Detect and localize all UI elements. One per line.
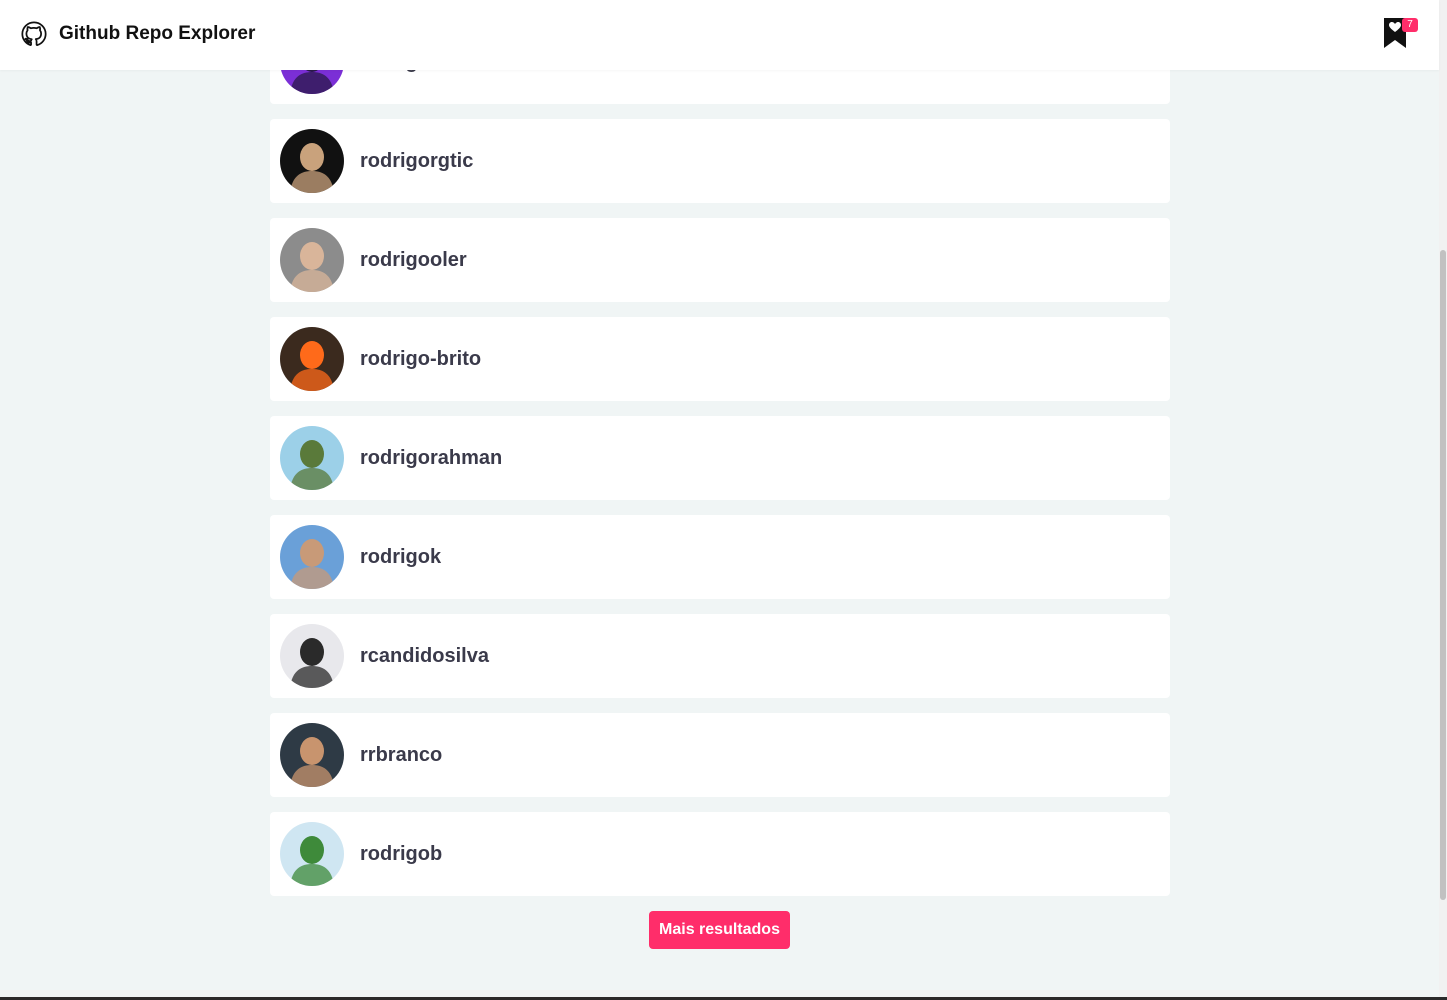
favorites-count-badge: 7 (1402, 18, 1418, 32)
user-login[interactable]: rodrigok (360, 546, 441, 569)
user-avatar (280, 426, 344, 490)
user-avatar (280, 624, 344, 688)
user-list: rodrigorodrigorgticrodrigoolerrodrigo-br… (270, 20, 1170, 911)
user-card[interactable]: rodrigooler (270, 218, 1170, 302)
github-icon[interactable] (20, 18, 48, 50)
user-avatar (280, 723, 344, 787)
user-card[interactable]: rcandidosilva (270, 614, 1170, 698)
user-login[interactable]: rodrigorahman (360, 447, 502, 470)
user-login[interactable]: rodrigob (360, 843, 442, 866)
user-login[interactable]: rrbranco (360, 744, 442, 767)
user-card[interactable]: rodrigorahman (270, 416, 1170, 500)
user-card[interactable]: rrbranco (270, 713, 1170, 797)
user-login[interactable]: rcandidosilva (360, 645, 489, 668)
user-login[interactable]: rodrigo-brito (360, 348, 481, 371)
user-avatar (280, 129, 344, 193)
user-avatar (280, 525, 344, 589)
user-card[interactable]: rodrigorgtic (270, 119, 1170, 203)
favorites-button[interactable]: 7 (1382, 16, 1418, 52)
user-avatar (280, 822, 344, 886)
app-header: Github Repo Explorer 7 (0, 0, 1439, 70)
scrollbar-thumb[interactable] (1440, 250, 1446, 900)
app-title: Github Repo Explorer (59, 23, 256, 44)
user-card[interactable]: rodrigo-brito (270, 317, 1170, 401)
user-avatar (280, 228, 344, 292)
user-login[interactable]: rodrigooler (360, 249, 467, 272)
load-more-button[interactable]: Mais resultados (649, 911, 790, 949)
user-login[interactable]: rodrigorgtic (360, 150, 473, 173)
user-card[interactable]: rodrigok (270, 515, 1170, 599)
user-card[interactable]: rodrigob (270, 812, 1170, 896)
user-avatar (280, 327, 344, 391)
page-scrollbar[interactable] (1439, 0, 1447, 1000)
